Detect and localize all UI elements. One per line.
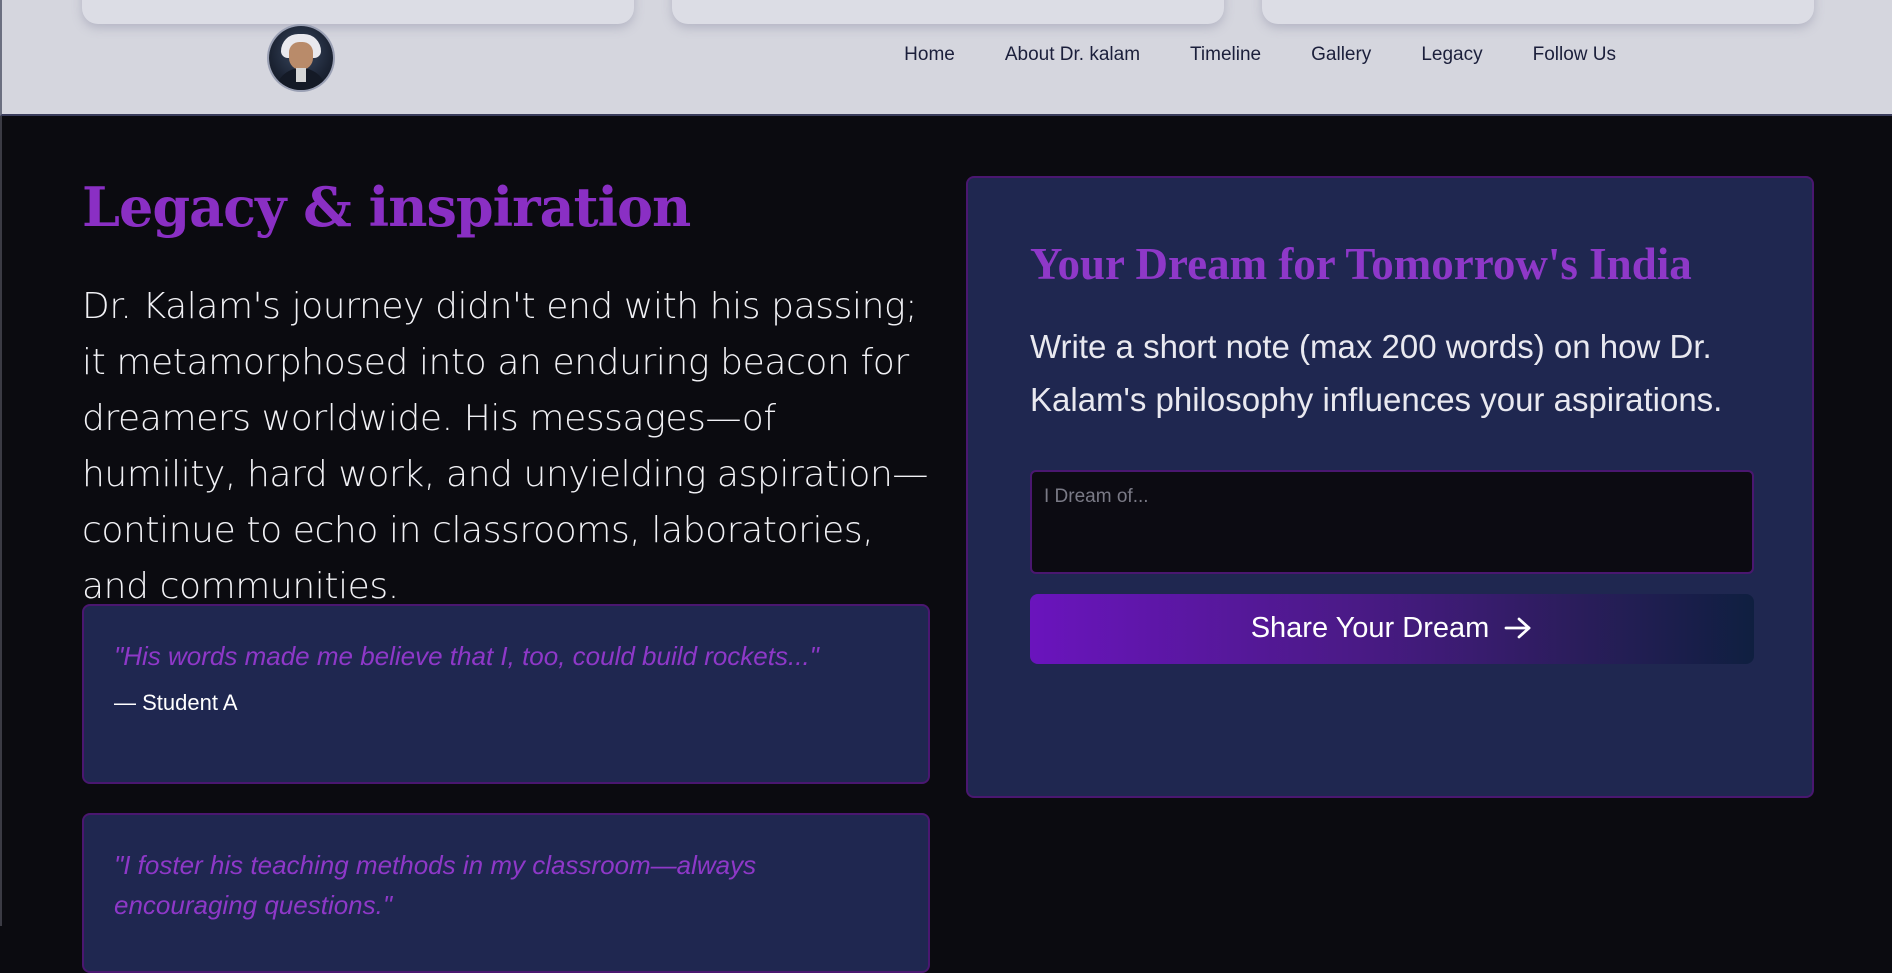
share-dream-button[interactable]: Share Your Dream — [1030, 593, 1754, 664]
testimonial-quote: "I foster his teaching methods in my cla… — [114, 850, 757, 920]
page-title: Legacy & inspiration — [82, 175, 691, 239]
share-dream-button-label: Share Your Dream — [1250, 612, 1490, 644]
main-nav: Home About Dr. kalam Timeline Gallery Le… — [904, 44, 1616, 66]
legacy-section: Legacy & inspiration Dr. Kalam's journey… — [0, 116, 1892, 973]
dream-input[interactable] — [1030, 469, 1754, 574]
nav-link-timeline[interactable]: Timeline — [1190, 44, 1261, 66]
testimonial-quote: "His words made me believe that I, too, … — [114, 641, 819, 671]
legacy-intro-block: Legacy & inspiration Dr. Kalam's journey… — [82, 175, 930, 615]
testimonial-author: — Student A — [114, 690, 238, 715]
avatar-logo[interactable] — [269, 26, 333, 90]
nav-link-gallery[interactable]: Gallery — [1311, 44, 1371, 66]
background-card — [1262, 0, 1814, 24]
dream-form-card: Your Dream for Tomorrow's India Write a … — [966, 176, 1814, 798]
avatar-face — [289, 42, 313, 70]
arrow-right-icon — [1503, 613, 1533, 645]
site-header: Home About Dr. kalam Timeline Gallery Le… — [0, 0, 1892, 116]
nav-link-home[interactable]: Home — [904, 44, 955, 66]
nav-link-about[interactable]: About Dr. kalam — [1005, 44, 1140, 66]
background-card — [82, 0, 634, 24]
testimonial-card: "His words made me believe that I, too, … — [82, 604, 930, 784]
legacy-intro-text: Dr. Kalam's journey didn't end with his … — [82, 286, 929, 608]
nav-link-legacy[interactable]: Legacy — [1421, 44, 1482, 66]
dream-form-description: Write a short note (max 200 words) on ho… — [1030, 327, 1723, 418]
testimonial-card: "I foster his teaching methods in my cla… — [82, 813, 930, 973]
background-card — [672, 0, 1224, 24]
dream-form-title: Your Dream for Tomorrow's India — [1030, 239, 1692, 289]
nav-link-follow-us[interactable]: Follow Us — [1533, 44, 1616, 66]
avatar-collar — [296, 68, 306, 82]
